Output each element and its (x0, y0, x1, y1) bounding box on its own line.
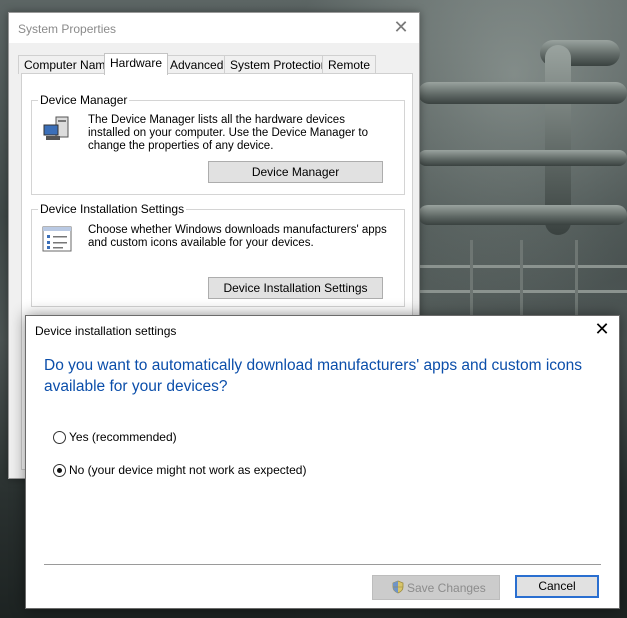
cancel-button[interactable]: Cancel (515, 575, 599, 598)
tab-remote[interactable]: Remote (322, 55, 377, 74)
divider (44, 564, 601, 565)
device-installation-settings-button[interactable]: Device Installation Settings (208, 277, 383, 299)
window-title: System Properties (18, 22, 117, 36)
radio-label[interactable]: No (your device might not work as expect… (69, 463, 306, 477)
group-description: Choose whether Windows downloads manufac… (88, 224, 387, 249)
close-icon[interactable]: ✕ (591, 319, 613, 340)
device-installation-group: Device Installation Settings Choose whet… (31, 202, 405, 307)
device-installation-dialog: Device installation settings ✕ Do you wa… (25, 315, 620, 609)
dialog-question: Do you want to automatically download ma… (44, 357, 582, 395)
device-manager-button[interactable]: Device Manager (208, 161, 383, 183)
radio-button[interactable] (53, 464, 66, 477)
background-scaffold (575, 240, 578, 315)
computer-icon (42, 115, 74, 146)
device-manager-group: Device Manager The Device Manager lists … (31, 93, 405, 195)
close-icon[interactable]: ✕ (391, 17, 411, 38)
uac-shield-icon (391, 580, 405, 594)
radio-button[interactable] (53, 431, 66, 444)
tab-hardware[interactable]: Hardware (104, 53, 169, 75)
save-changes-label: Save Changes (407, 581, 486, 595)
background-pipe (418, 82, 627, 104)
save-changes-button[interactable]: Save Changes (372, 575, 500, 600)
tab-advanced[interactable]: Advanced (164, 55, 230, 74)
checklist-icon (42, 226, 72, 255)
dialog-title: Device installation settings (35, 324, 177, 338)
radio-label[interactable]: Yes (recommended) (69, 430, 177, 444)
background-pipe (418, 205, 627, 225)
group-legend: Device Installation Settings (38, 202, 187, 216)
background-scaffold (470, 240, 473, 315)
background-pipe (418, 150, 627, 166)
title-bar[interactable]: System Properties ✕ (9, 13, 419, 43)
tab-system-protection[interactable]: System Protection (224, 55, 334, 74)
group-legend: Device Manager (38, 93, 130, 107)
group-description: The Device Manager lists all the hardwar… (88, 114, 368, 152)
background-scaffold (520, 240, 523, 315)
